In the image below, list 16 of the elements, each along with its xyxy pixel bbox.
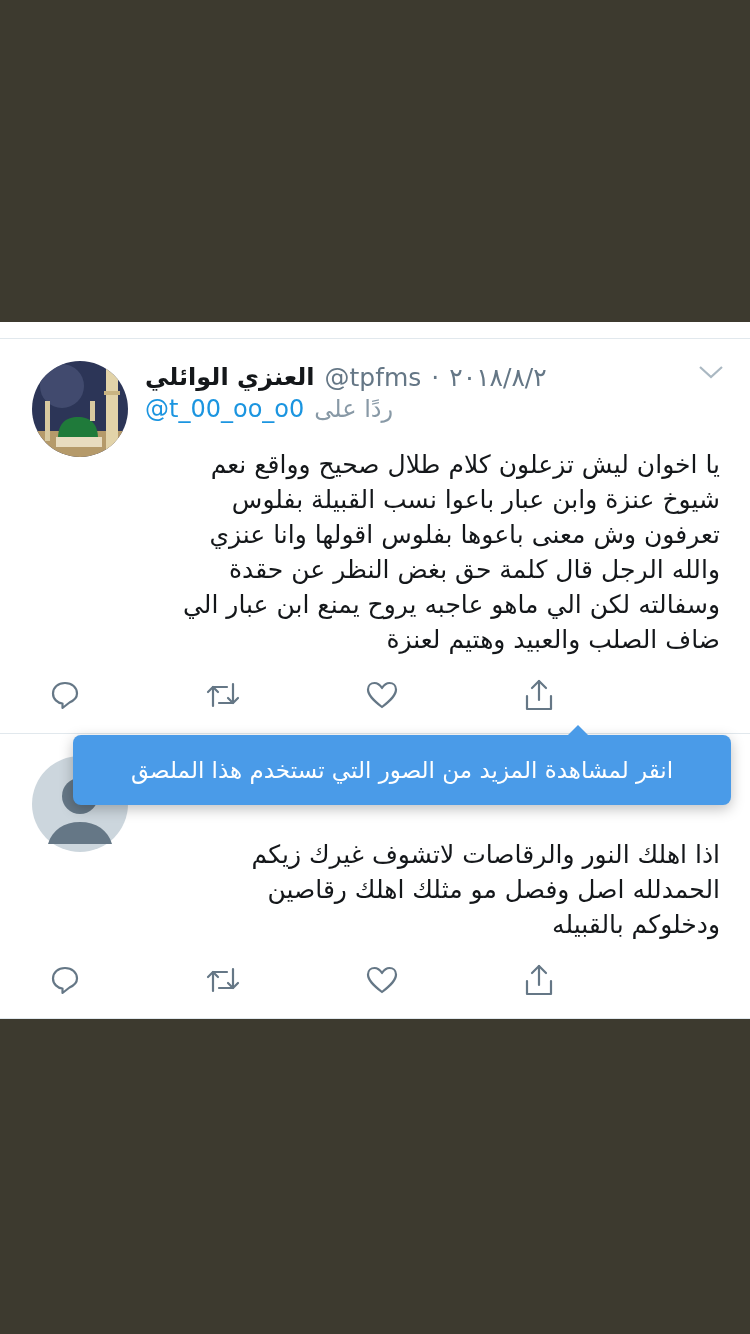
separator-dot: · [431, 362, 440, 392]
mention-link[interactable]: @t_00_oo_o0 [145, 395, 305, 423]
tweet-text: اذا اهلك النور والرقاصات لاتشوف غيرك زيكم الحمدلله اصل وفصل مو مثلك اهلك رقاصين ودخلوكم بالقبيله [250, 839, 720, 942]
share-icon[interactable] [523, 963, 555, 997]
share-icon[interactable] [523, 678, 555, 712]
reply-icon[interactable] [49, 964, 81, 996]
tweet-text: يا اخوان ليش تزعلون كلام طلال صحيح وواقع نعم شيوخ عنزة وابن عبار باعوا نسب القبيلة بفلوس تعرفون وش معنى باعوها بفلوس اقولها وانا عنزي والله الرجل قال كلمة حق بغض النظر عن حقدة وسفالته لكن الي ماهو عاجبه يروح يمنع ابن عبار الي ضاف الصلب والعبيد وهتيم لعنزة [182, 449, 720, 657]
display-name[interactable]: العنزي الوائلي [145, 363, 315, 391]
heart-icon[interactable] [365, 964, 399, 996]
tooltip-pointer [568, 725, 588, 735]
reply-label: ردًا على [314, 395, 394, 423]
tooltip[interactable]: انقر لمشاهدة المزيد من الصور التي تستخدم هذا الملصق [73, 735, 731, 805]
reply-icon[interactable] [49, 679, 81, 711]
heart-icon[interactable] [365, 679, 399, 711]
user-handle[interactable]: @tpfms [324, 362, 422, 392]
tweet-date: ٢٠١٨/٨/٢ [449, 362, 547, 392]
